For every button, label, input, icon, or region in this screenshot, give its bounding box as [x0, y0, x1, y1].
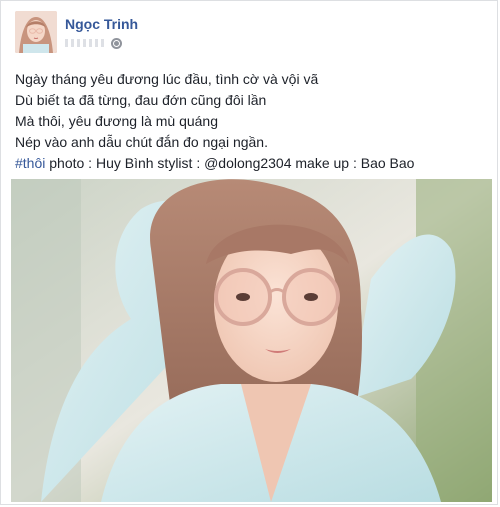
portrait-photo — [11, 179, 492, 502]
post-timestamp-blurred[interactable] — [65, 39, 107, 47]
caption-line: Ngày tháng yêu đương lúc đầu, tình cờ và… — [15, 71, 319, 87]
avatar-portrait — [15, 11, 57, 53]
photo-credits: photo : Huy Bình stylist : @dolong2304 m… — [45, 155, 415, 171]
hashtag-link[interactable]: #thôi — [15, 155, 45, 171]
post-photo[interactable] — [11, 179, 492, 502]
globe-icon[interactable] — [111, 37, 122, 49]
author-name[interactable]: Ngọc Trinh — [65, 16, 138, 32]
author-avatar[interactable] — [15, 11, 57, 53]
caption-line: Nép vào anh dẫu chút đắn đo ngại ngần. — [15, 134, 268, 150]
caption-credits-line: #thôi photo : Huy Bình stylist : @dolong… — [15, 153, 485, 174]
caption-line: Dù biết ta đã từng, đau đớn cũng đôi lần — [15, 92, 267, 108]
post-header: Ngọc Trinh — [11, 9, 491, 57]
facebook-post: Ngọc Trinh Ngày tháng yêu đương lúc đầu,… — [0, 0, 498, 505]
post-meta — [65, 37, 122, 49]
caption-line: Mà thôi, yêu đương là mù quáng — [15, 113, 219, 129]
post-caption: Ngày tháng yêu đương lúc đầu, tình cờ và… — [15, 69, 485, 174]
